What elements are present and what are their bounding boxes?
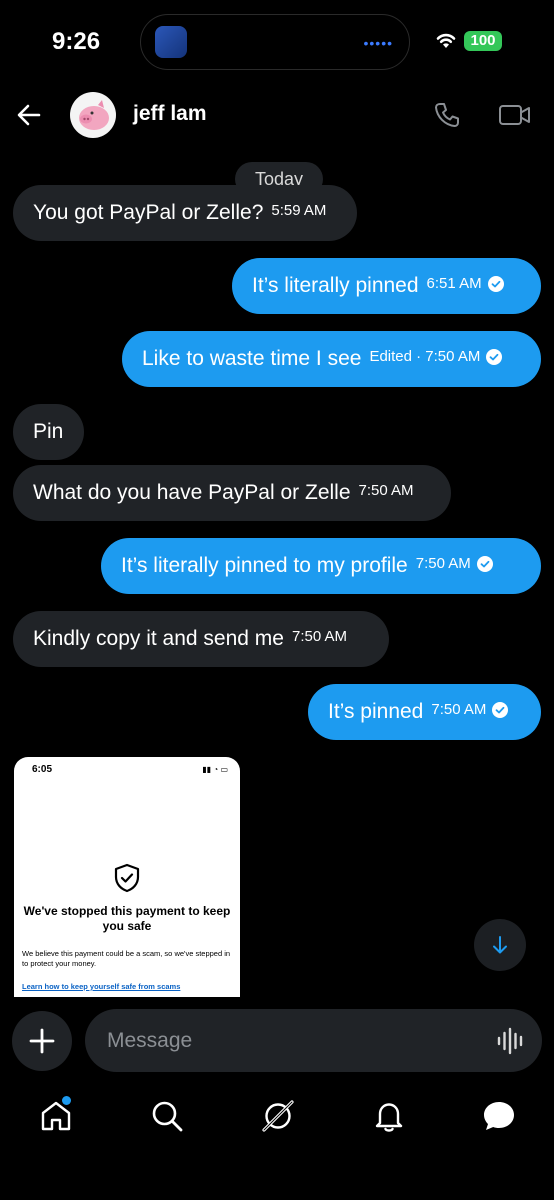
incoming-message[interactable]: What do you have PayPal or Zelle 7:50 AM	[13, 465, 451, 521]
grok-icon[interactable]	[261, 1099, 295, 1133]
bell-icon[interactable]	[372, 1099, 406, 1133]
island-app-icon	[155, 26, 187, 58]
outgoing-message[interactable]: Like to waste time I see Edited · 7:50 AM	[122, 331, 541, 387]
image-body: We believe this payment could be a scam,…	[22, 949, 231, 968]
message-time: 7:50 AM	[431, 701, 487, 719]
image-message[interactable]: 6:05 ▮▮ ◔ ▭ We've stopped this payment t…	[14, 757, 240, 997]
message-text: Like to waste time I see	[142, 347, 362, 370]
message-text: It’s literally pinned to my profile	[121, 554, 408, 577]
bottom-navigation	[0, 1085, 554, 1200]
dynamic-island: •••••	[140, 14, 410, 70]
message-input[interactable]	[85, 1009, 542, 1072]
audio-wave-icon: •••••	[363, 35, 393, 51]
incoming-message[interactable]: Pin	[13, 404, 84, 460]
notification-dot	[62, 1096, 71, 1105]
read-receipt-icon	[487, 276, 504, 293]
read-receipt-icon	[486, 349, 503, 366]
video-icon[interactable]	[498, 100, 532, 130]
scroll-to-bottom-button[interactable]	[474, 919, 526, 971]
message-time: 7:50 AM	[415, 555, 471, 573]
arrow-down-icon	[493, 936, 507, 954]
message-text: What do you have PayPal or Zelle	[33, 481, 351, 504]
phone-icon[interactable]	[432, 100, 462, 130]
status-time: 9:26	[52, 28, 101, 55]
message-time: 7:50 AM	[358, 482, 414, 500]
message-time: Edited · 7:50 AM	[369, 348, 481, 366]
message-time: 5:59 AM	[271, 202, 327, 220]
status-bar: 9:26 ••••• 100	[0, 0, 554, 84]
message-text: It’s literally pinned	[252, 274, 419, 297]
add-attachment-button[interactable]	[12, 1011, 72, 1071]
read-receipt-icon	[492, 702, 509, 719]
message-time: 7:50 AM	[291, 628, 348, 646]
image-status-time: 6:05	[32, 764, 53, 775]
image-title: We've stopped this payment to keep you s…	[23, 904, 231, 933]
avatar[interactable]	[70, 92, 116, 138]
incoming-message[interactable]: Kindly copy it and send me 7:50 AM	[13, 611, 389, 667]
image-status-icons: ▮▮ ◔ ▭	[202, 765, 228, 774]
read-receipt-icon	[476, 556, 493, 573]
shield-check-icon	[114, 863, 140, 893]
message-text: You got PayPal or Zelle?	[33, 201, 264, 224]
wifi-icon	[436, 33, 456, 48]
messages-icon[interactable]	[482, 1099, 516, 1133]
outgoing-message[interactable]: It’s pinned 7:50 AM	[308, 684, 541, 740]
image-link: Learn how to keep yourself safe from sca…	[22, 982, 181, 991]
message-text: It’s pinned	[328, 700, 424, 723]
message-text: Kindly copy it and send me	[33, 627, 284, 650]
contact-name[interactable]: jeff lam	[133, 102, 207, 126]
outgoing-message[interactable]: It’s literally pinned 6:51 AM	[232, 258, 541, 314]
search-icon[interactable]	[150, 1099, 184, 1133]
voice-waveform-icon[interactable]	[496, 1026, 526, 1056]
battery-indicator: 100	[464, 31, 502, 51]
conversation-header: jeff lam	[0, 84, 554, 146]
outgoing-message[interactable]: It’s literally pinned to my profile 7:50 …	[101, 538, 541, 594]
incoming-message[interactable]: You got PayPal or Zelle? 5:59 AM	[13, 185, 357, 241]
message-text: Pin	[33, 420, 64, 443]
back-arrow-icon[interactable]	[14, 100, 44, 130]
message-time: 6:51 AM	[426, 275, 482, 293]
plus-icon	[29, 1028, 55, 1054]
